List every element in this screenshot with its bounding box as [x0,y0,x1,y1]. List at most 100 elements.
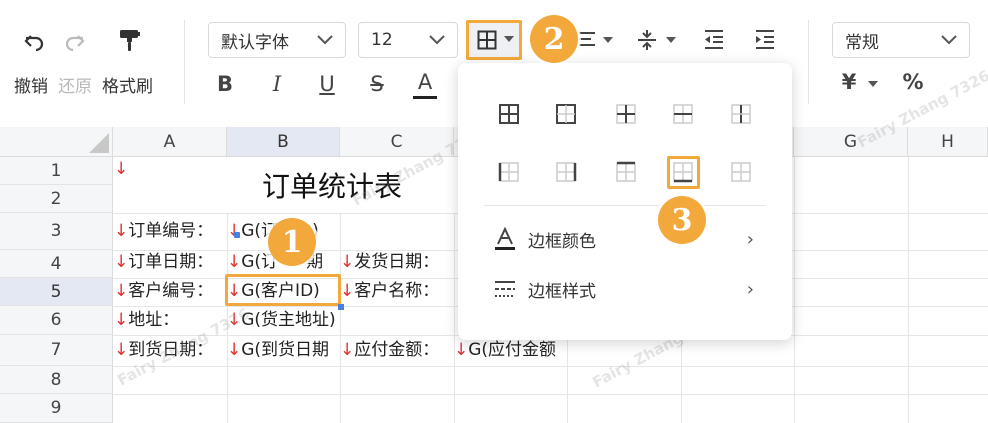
row-header-1[interactable]: 1 [0,157,113,185]
border-style-label: 边框样式 [528,281,596,302]
font-family-value: 默认字体 [221,32,289,53]
select-all-corner[interactable] [0,127,113,157]
format-painter-icon[interactable] [116,26,144,54]
bold-button[interactable]: B [210,72,240,96]
grid-line [113,366,988,367]
cell-c7-text: 应付金额： [354,340,440,360]
cell-c5-text: 客户名称： [354,281,440,301]
bottom-border-highlight [667,156,700,189]
cell-a3[interactable]: ↓订单编号： [114,219,213,244]
vertical-align-button[interactable] [636,28,682,56]
horizontal-align-button[interactable] [577,30,621,54]
dropdown-caret-icon[interactable] [867,80,879,88]
cell-c5[interactable]: ↓客户名称： [340,279,439,304]
field-marker: ↓ [340,252,355,272]
column-header-h[interactable]: H [908,127,988,157]
fill-handle[interactable] [338,304,344,310]
cell-a5-text: 客户编号： [128,281,214,301]
top-border-icon[interactable] [615,161,637,183]
row-header-2[interactable]: 2 [0,185,113,213]
undo-label[interactable]: 撤销 [14,72,48,97]
grid-line [794,157,795,423]
field-marker: ↓ [114,221,129,241]
redo-label[interactable]: 还原 [58,72,92,97]
row-header-9[interactable]: 9 [0,394,113,423]
increase-indent-button[interactable] [754,28,776,54]
field-marker: ↓ [114,281,129,301]
border-color-icon [495,227,515,250]
field-marker: ↓ [340,340,355,360]
all-borders-icon[interactable] [498,103,520,125]
underline-button[interactable]: U [312,72,342,96]
align-left-icon [579,32,613,46]
number-format-value: 常规 [845,32,879,53]
cell-c4[interactable]: ↓发货日期： [340,250,439,275]
chevron-down-icon [941,35,957,45]
row-header-7[interactable]: 7 [0,335,113,366]
column-header-b[interactable]: B [227,127,340,157]
font-color-letter: A [417,70,433,94]
border-style-menu-item[interactable]: 边框样式 › [458,271,792,307]
font-color-button[interactable]: A [410,68,450,100]
undo-icon[interactable] [20,28,48,56]
menu-divider [484,205,766,206]
step-badge-1: 1 [268,218,316,266]
outer-borders-icon[interactable] [555,103,577,125]
redo-icon[interactable] [61,28,89,56]
field-marker: ↓ [227,221,242,241]
row-header-4[interactable]: 4 [0,250,113,278]
font-size-select[interactable]: 12 [358,22,458,58]
italic-button[interactable]: I [262,72,292,96]
field-marker: ↓ [114,310,129,330]
column-header-a[interactable]: A [113,127,227,157]
cell-a6-text: 地址： [128,310,180,330]
currency-button[interactable]: ¥ [834,70,864,94]
right-border-icon[interactable] [555,161,577,183]
toolbar-divider [184,20,185,104]
chevron-right-icon: › [746,228,754,250]
cell-c7[interactable]: ↓应付金额： [340,338,439,363]
chevron-down-icon [317,35,333,45]
font-color-swatch [413,96,437,99]
cell-a5[interactable]: ↓客户编号： [114,279,213,304]
number-format-select[interactable]: 常规 [832,22,970,58]
toolbar-divider [808,20,809,104]
no-border-icon[interactable] [730,161,752,183]
cell-d7[interactable]: ↓G(应付金额 [454,338,556,363]
font-family-select[interactable]: 默认字体 [208,22,346,58]
percent-button[interactable]: % [898,70,928,94]
chevron-right-icon: › [746,278,754,300]
cell-a6[interactable]: ↓地址： [114,308,179,333]
border-dropdown-menu: 边框颜色 › 边框样式 › [458,63,792,340]
cell-b6-text: G(货主地址) [241,310,336,330]
decrease-indent-button[interactable] [703,28,725,54]
vertical-center-icon [638,30,676,50]
row-header-3[interactable]: 3 [0,213,113,250]
field-marker: ↓ [454,340,469,360]
grid-line [113,394,988,395]
font-size-value: 12 [371,30,393,50]
row-header-5[interactable]: 5 [0,278,113,306]
field-marker: ↓ [114,340,129,360]
cell-b7-text: G(到货日期 [241,340,330,360]
cell-c4-text: 发货日期： [354,252,440,272]
border-button-highlight [466,20,522,60]
selected-cell-b5[interactable] [225,274,341,306]
row-header-6[interactable]: 6 [0,306,113,335]
border-color-menu-item[interactable]: 边框颜色 › [458,221,792,257]
field-marker: ↓ [340,281,355,301]
outdent-icon [705,30,723,49]
field-marker: ↓ [227,340,242,360]
corner-triangle-icon [89,133,109,153]
left-border-icon[interactable] [498,161,520,183]
row-header-8[interactable]: 8 [0,366,113,394]
cell-a4[interactable]: ↓订单日期： [114,250,213,275]
format-painter-label[interactable]: 格式刷 [102,72,153,97]
inner-borders-icon[interactable] [615,103,637,125]
cell-b7[interactable]: ↓G(到货日期 [227,338,329,363]
inner-horizontal-border-icon[interactable] [672,103,694,125]
border-color-label: 边框颜色 [528,231,596,252]
cell-a4-text: 订单日期： [128,252,214,272]
strikethrough-button[interactable]: S [362,72,392,96]
inner-vertical-border-icon[interactable] [730,103,752,125]
